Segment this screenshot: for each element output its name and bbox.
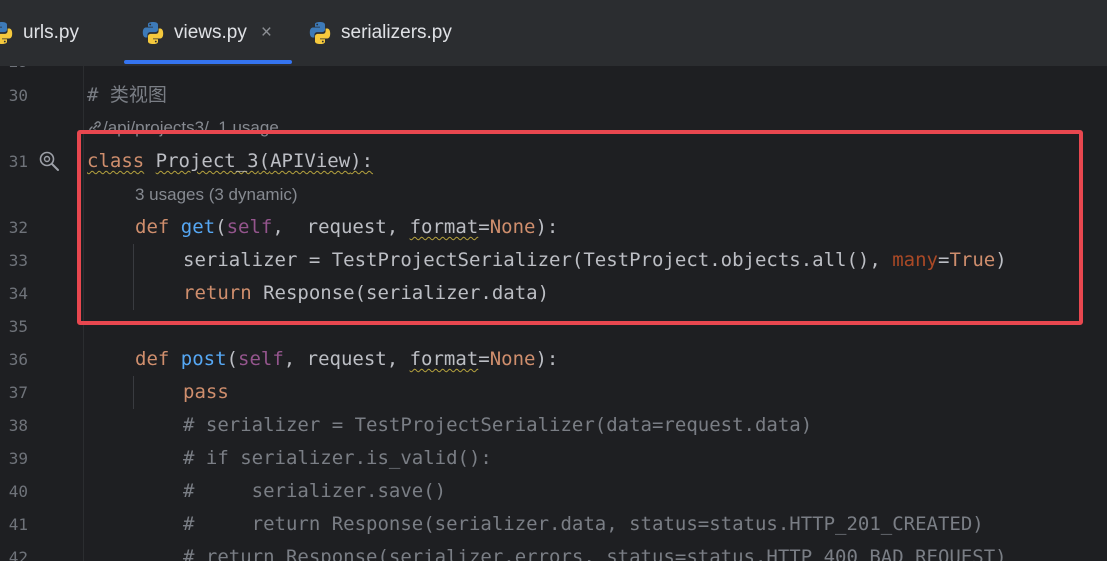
none-literal: None — [489, 348, 536, 370]
code-line-42[interactable]: # return Response(serializer.errors, sta… — [183, 541, 1007, 561]
python-icon — [142, 22, 164, 44]
line-number: 33 — [8, 251, 28, 270]
param-format: format — [409, 348, 479, 370]
tab-label: views.py — [174, 22, 247, 43]
code-editor[interactable]: 29 30 # 类视图 /api/projects3/ 1 usage 31 c… — [0, 66, 1107, 561]
editor-tab-bar: urls.py views.py × serializers.py — [0, 0, 1107, 67]
keyword: def — [135, 348, 170, 370]
tab-label: serializers.py — [341, 22, 452, 43]
punct: = — [478, 348, 490, 370]
line-number: 41 — [8, 515, 28, 534]
line-number: 29 — [0, 66, 28, 78]
line-number: 37 — [8, 383, 28, 402]
code-line-30[interactable]: # 类视图 — [87, 79, 167, 112]
code-line-38[interactable]: # serializer = TestProjectSerializer(dat… — [183, 409, 812, 442]
line-number: 32 — [8, 218, 28, 237]
tab-views[interactable]: views.py × — [141, 0, 272, 66]
punct: ( — [226, 348, 238, 370]
code-line-40[interactable]: # serializer.save() — [183, 475, 446, 508]
code-line-36[interactable]: def post(self, request, format=None): — [135, 343, 558, 376]
line-number: 38 — [8, 416, 28, 435]
line-number: 31 — [8, 152, 28, 171]
line-number: 35 — [8, 317, 28, 336]
code-line-39[interactable]: # if serializer.is_valid(): — [183, 442, 492, 475]
indent-guide — [133, 376, 134, 409]
inspect-gutter-icon[interactable] — [38, 150, 60, 172]
python-icon — [0, 22, 13, 44]
line-number: 42 — [8, 548, 28, 561]
close-icon[interactable]: × — [261, 22, 272, 44]
code-line-41[interactable]: # return Response(serializer.data, statu… — [183, 508, 984, 541]
code-line-37[interactable]: pass — [183, 376, 229, 409]
line-number: 30 — [8, 86, 28, 105]
line-number: 34 — [8, 284, 28, 303]
highlight-annotation-box — [77, 130, 1083, 325]
tab-serializers[interactable]: serializers.py — [308, 0, 452, 66]
tab-urls[interactable]: urls.py — [0, 0, 79, 66]
function-name: post — [180, 348, 227, 370]
line-number: 40 — [8, 482, 28, 501]
line-number: 39 — [8, 449, 28, 468]
self-param: self — [238, 348, 284, 370]
params: , request, — [283, 348, 410, 370]
active-tab-indicator — [124, 60, 292, 64]
tab-label: urls.py — [23, 22, 79, 43]
python-icon — [309, 22, 331, 44]
punct: ): — [535, 348, 559, 370]
line-number: 36 — [8, 350, 28, 369]
